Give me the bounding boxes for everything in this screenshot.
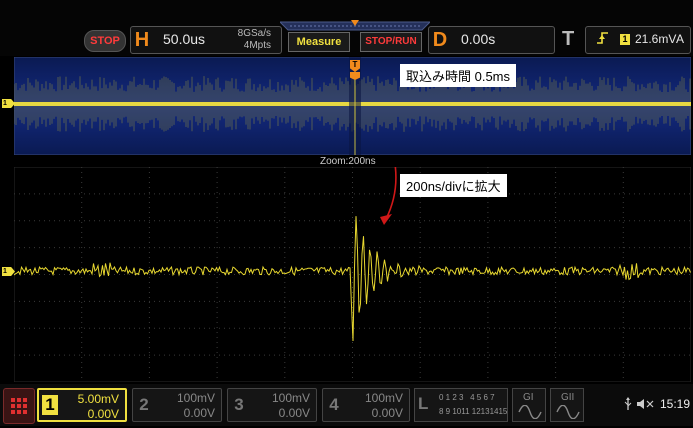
horizontal-settings[interactable]: H 50.0us 8GSa/s 4Mpts [130, 26, 282, 54]
channel-4-offset: 0.00V [371, 406, 403, 420]
sine-wave-icon [556, 405, 580, 419]
timebase-value: 50.0us [163, 31, 206, 47]
channel-4-scale: 100mV [364, 391, 403, 405]
zoom-label: Zoom:200ns [320, 156, 376, 167]
channel-1-offset: 0.00V [87, 407, 119, 421]
channel-2-box[interactable]: 2 100mV 0.00V [132, 388, 222, 422]
channel-2-number: 2 [139, 395, 149, 414]
trigger-letter: T [562, 28, 575, 50]
trigger-settings[interactable]: 1 21.6mV A [585, 26, 691, 54]
capture-time-annotation: 取込み時間 0.5ms [400, 64, 517, 87]
memory-depth: 4Mpts [243, 40, 271, 51]
channel-3-scale: 100mV [271, 391, 310, 405]
sample-rate: 8GSa/s [237, 28, 271, 39]
trigger-mode: A [676, 32, 685, 46]
delay-settings[interactable]: D 0.00s [428, 26, 555, 54]
status-icons [623, 397, 657, 414]
channel-4-box[interactable]: 4 100mV 0.00V [322, 388, 410, 422]
trigger-channel: 1 [620, 34, 630, 45]
zoom-annotation: 200ns/divに拡大 [400, 174, 507, 197]
channel-2-offset: 0.00V [183, 406, 215, 420]
trigger-level: 21.6mV [635, 32, 677, 46]
overview-waveform[interactable] [14, 57, 691, 155]
horizontal-letter: H [134, 29, 150, 51]
usb-icon [624, 397, 632, 410]
logic-analyzer-box[interactable]: L 0 1 2 3 4 5 6 7 8 9 1011 12131415 [414, 388, 508, 422]
channel-4-number: 4 [329, 395, 339, 414]
logic-channels-row2: 8 9 1011 12131415 [439, 407, 508, 416]
channel-3-offset: 0.00V [278, 406, 310, 420]
logic-channels-row1: 0 1 2 3 4 5 6 7 [439, 393, 495, 402]
channel-1-scale: 5.00mV [77, 392, 119, 406]
generator-2-label: GII [561, 392, 575, 403]
delay-letter: D [432, 29, 448, 51]
measure-button[interactable]: Measure [288, 32, 350, 52]
channel-2-scale: 100mV [176, 391, 215, 405]
logic-letter: L [418, 394, 429, 413]
main-menu-button[interactable] [3, 388, 35, 424]
clock: 15:19 [660, 397, 691, 411]
sine-wave-icon [518, 405, 542, 419]
channel-1-box[interactable]: 1 5.00mV 0.00V [37, 388, 127, 422]
generator-2-box[interactable]: GII [550, 388, 584, 422]
grid-menu-icon [11, 398, 27, 414]
channel-3-box[interactable]: 3 100mV 0.00V [227, 388, 317, 422]
speaker-mute-icon [637, 399, 654, 409]
channel-3-number: 3 [234, 395, 244, 414]
delay-value: 0.00s [461, 31, 496, 47]
rising-edge-icon [596, 31, 610, 48]
stop-run-button[interactable]: STOP/RUN [360, 32, 422, 52]
memory-position-indicator[interactable] [280, 20, 430, 32]
channel-1-number: 1 [42, 395, 58, 415]
zoom-waveform[interactable] [14, 167, 691, 382]
run-state-indicator[interactable]: STOP [84, 30, 126, 52]
generator-1-box[interactable]: GI [512, 388, 546, 422]
generator-1-label: GI [523, 392, 534, 403]
